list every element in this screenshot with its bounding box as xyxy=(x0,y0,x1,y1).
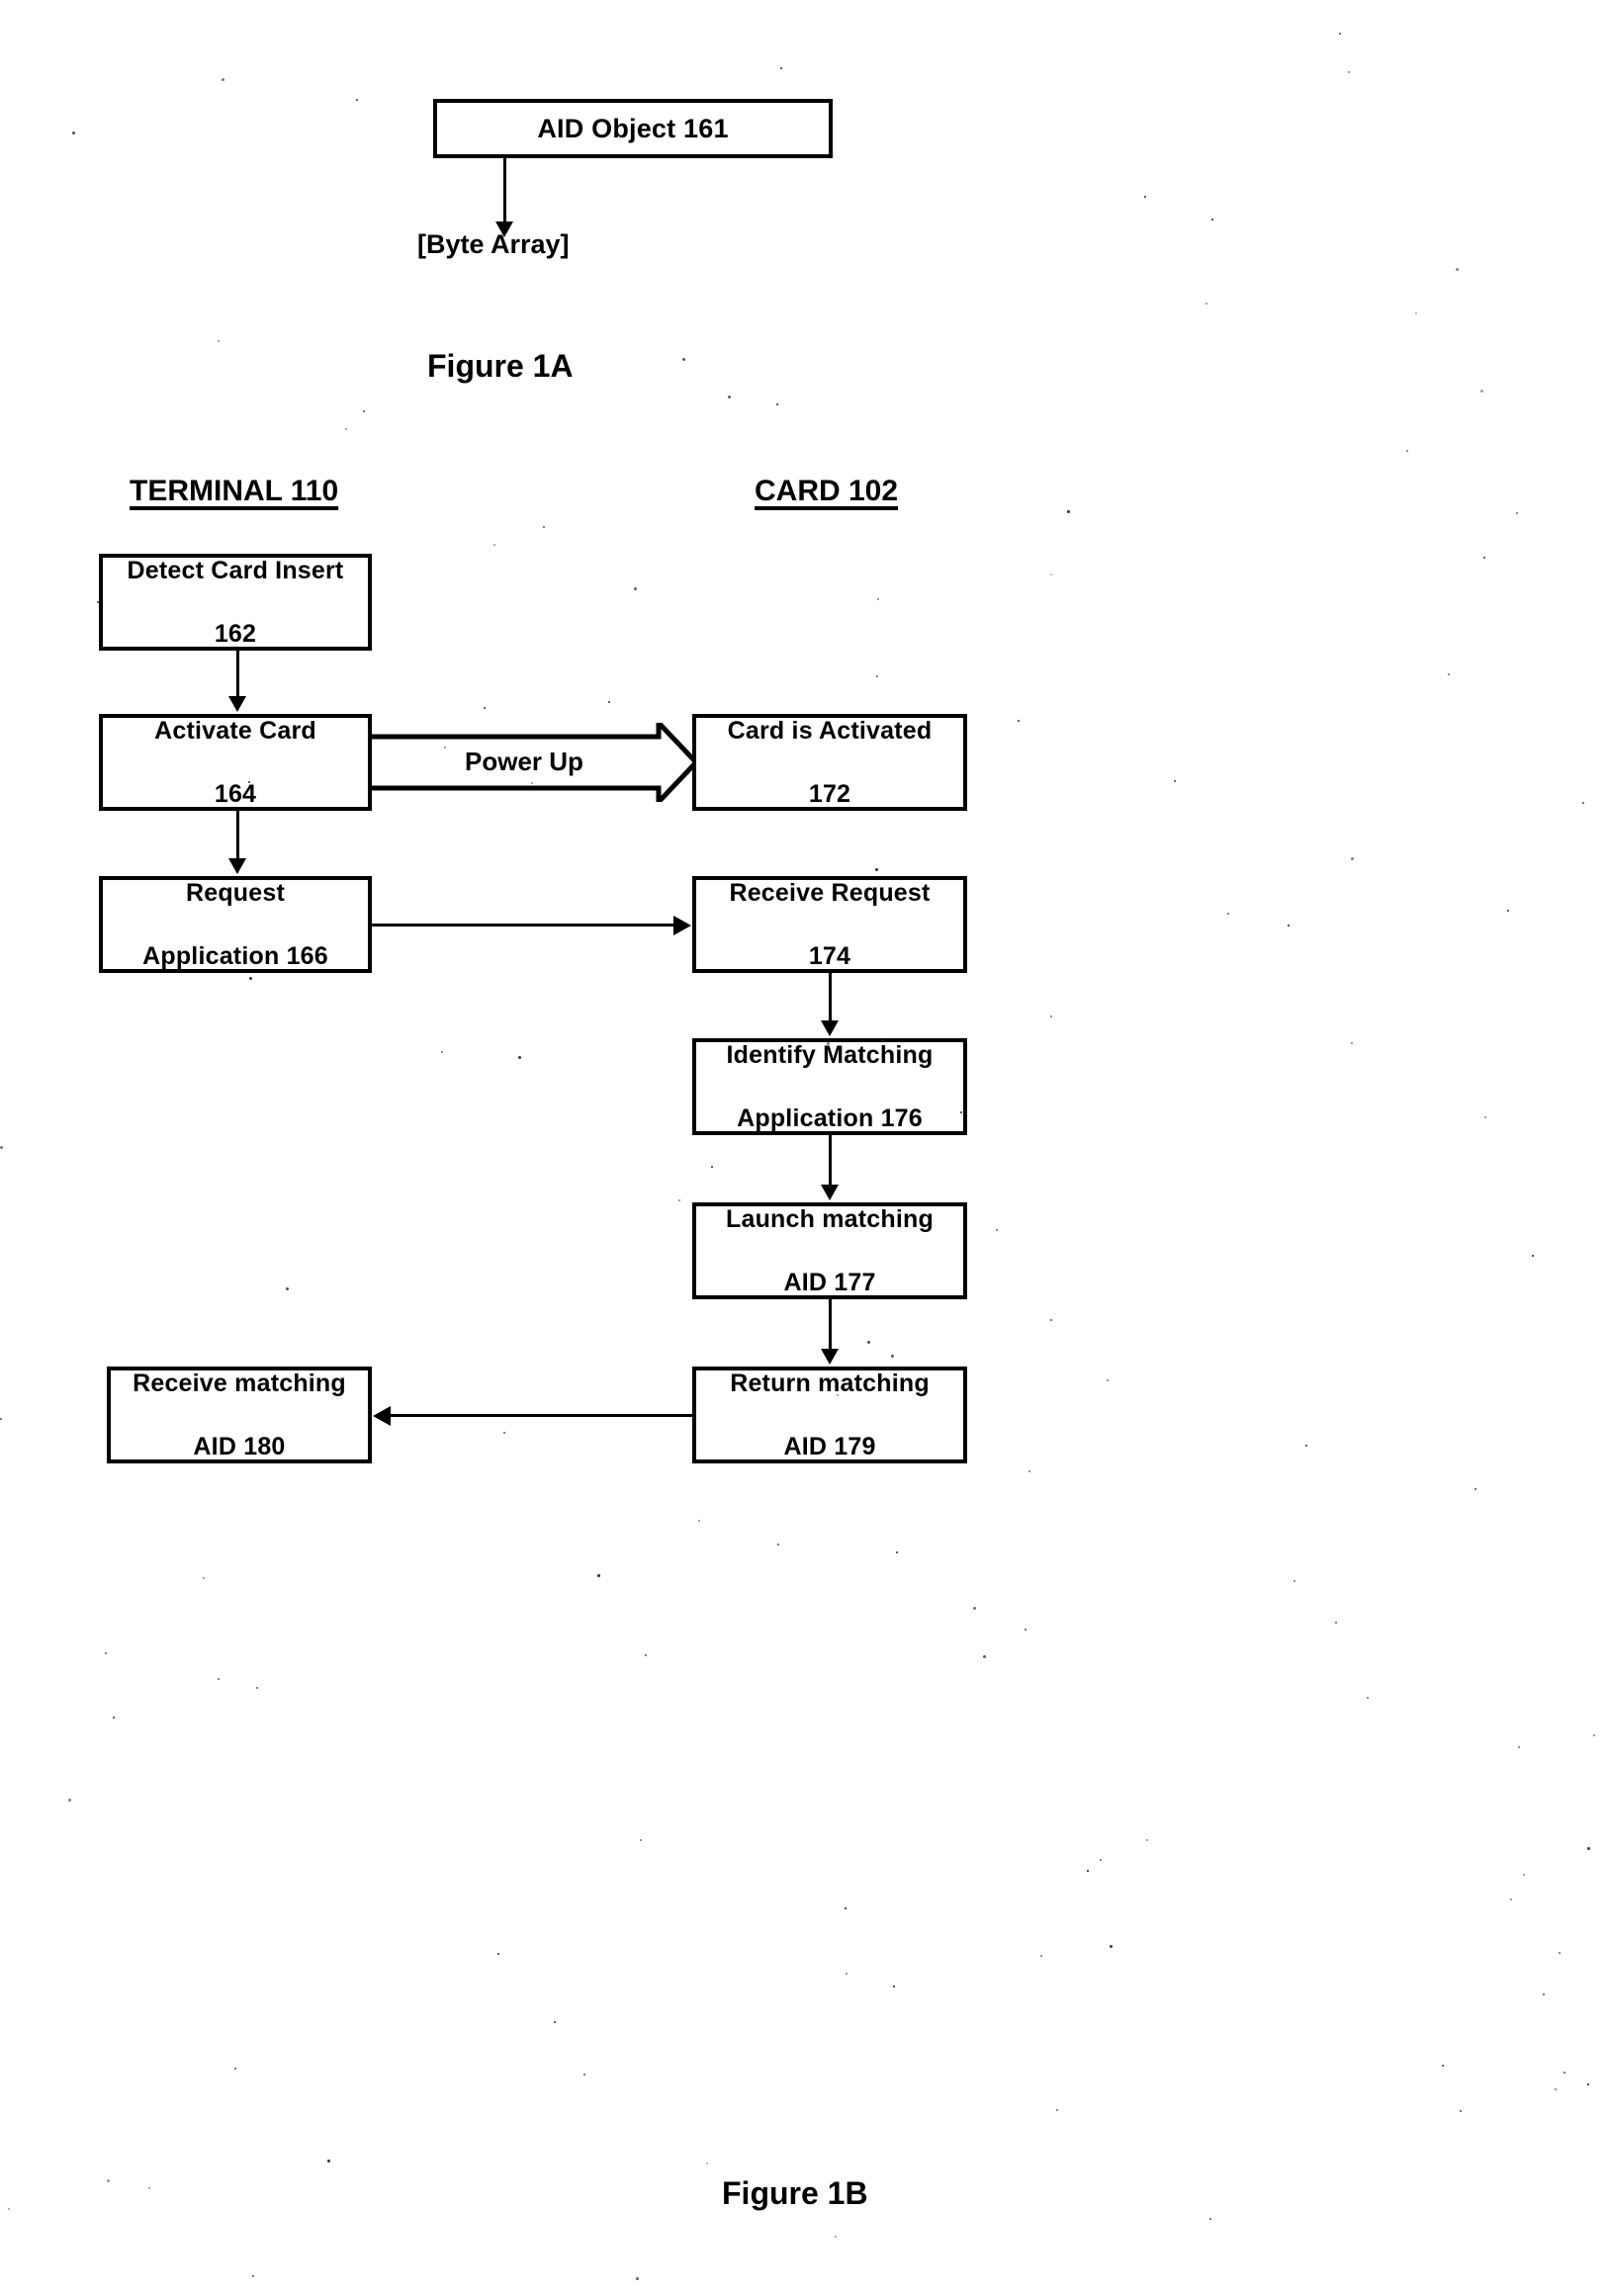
node-card-is-activated-line1: Card is Activated xyxy=(727,717,933,745)
edge-receive-to-identify-arrowhead xyxy=(821,1020,839,1036)
node-identify-matching-application-line1: Identify Matching xyxy=(726,1041,934,1069)
aid-object-connector-line xyxy=(503,158,506,225)
patent-figure-page: AID Object 161 [Byte Array] Figure 1A TE… xyxy=(0,0,1607,2296)
node-identify-matching-application-line2: Application 176 xyxy=(737,1104,923,1132)
node-request-application-line2: Application 166 xyxy=(142,942,328,970)
node-card-is-activated-line2: 172 xyxy=(808,780,851,808)
edge-request-to-receive-arrowhead xyxy=(673,916,691,935)
edge-detect-to-activate-line xyxy=(236,651,239,700)
node-receive-matching-aid-line1: Receive matching xyxy=(133,1369,346,1397)
node-activate-card-line2: 164 xyxy=(214,780,257,808)
node-request-application-text: Request Application 166 xyxy=(127,877,344,972)
edge-identify-to-launch-arrowhead xyxy=(821,1185,839,1200)
node-detect-card-insert-line1: Detect Card Insert xyxy=(127,557,344,584)
node-return-matching-aid-text: Return matching AID 179 xyxy=(714,1368,945,1462)
node-launch-matching-aid-text: Launch matching AID 177 xyxy=(710,1203,949,1298)
node-request-application-line1: Request xyxy=(185,879,286,907)
node-receive-matching-aid-text: Receive matching AID 180 xyxy=(117,1368,362,1462)
edge-launch-to-return-line xyxy=(829,1299,832,1351)
node-activate-card-text: Activate Card 164 xyxy=(138,715,332,810)
node-receive-request-line1: Receive Request xyxy=(729,879,931,907)
edge-launch-to-return-arrowhead xyxy=(821,1349,839,1365)
node-launch-matching-aid: Launch matching AID 177 xyxy=(692,1202,967,1299)
edge-activate-to-request-line xyxy=(236,811,239,862)
node-activate-card-line1: Activate Card xyxy=(154,717,316,745)
node-receive-matching-aid: Receive matching AID 180 xyxy=(107,1367,372,1463)
edge-return-to-receive-line xyxy=(391,1414,692,1417)
node-return-matching-aid: Return matching AID 179 xyxy=(692,1367,967,1463)
edge-request-to-receive-line xyxy=(372,924,674,927)
node-identify-matching-application-text: Identify Matching Application 176 xyxy=(711,1039,949,1134)
node-return-matching-aid-line2: AID 179 xyxy=(783,1433,876,1460)
lane-title-card: CARD 102 xyxy=(755,475,899,507)
lane-title-terminal: TERMINAL 110 xyxy=(130,475,339,507)
node-card-is-activated-text: Card is Activated 172 xyxy=(712,715,948,810)
node-identify-matching-application: Identify Matching Application 176 xyxy=(692,1038,967,1135)
node-detect-card-insert-text: Detect Card Insert 162 xyxy=(112,555,360,650)
node-launch-matching-aid-line1: Launch matching xyxy=(726,1205,934,1233)
node-request-application: Request Application 166 xyxy=(99,876,372,973)
edge-return-to-receive-arrowhead xyxy=(373,1406,391,1426)
edge-activate-to-request-arrowhead xyxy=(228,858,246,874)
node-receive-matching-aid-line2: AID 180 xyxy=(193,1433,286,1460)
node-receive-request-line2: 174 xyxy=(808,942,851,970)
scan-noise-layer xyxy=(0,0,1607,2296)
edge-identify-to-launch-line xyxy=(829,1135,832,1191)
node-launch-matching-aid-line2: AID 177 xyxy=(783,1269,876,1296)
aid-object-box-label: AID Object 161 xyxy=(537,113,729,143)
figure-1a-caption: Figure 1A xyxy=(427,348,574,384)
node-receive-request: Receive Request 174 xyxy=(692,876,967,973)
edge-detect-to-activate-arrowhead xyxy=(228,696,246,712)
node-activate-card: Activate Card 164 xyxy=(99,714,372,811)
edge-power-up-label: Power Up xyxy=(465,747,583,776)
edge-receive-to-identify-line xyxy=(829,973,832,1026)
node-detect-card-insert-line2: 162 xyxy=(214,620,257,648)
node-return-matching-aid-line1: Return matching xyxy=(730,1369,930,1397)
node-card-is-activated: Card is Activated 172 xyxy=(692,714,967,811)
byte-array-label: [Byte Array] xyxy=(417,229,570,259)
aid-object-box: AID Object 161 xyxy=(433,99,833,158)
node-receive-request-text: Receive Request 174 xyxy=(713,877,945,972)
node-detect-card-insert: Detect Card Insert 162 xyxy=(99,554,372,651)
figure-1b-caption: Figure 1B xyxy=(722,2175,868,2211)
